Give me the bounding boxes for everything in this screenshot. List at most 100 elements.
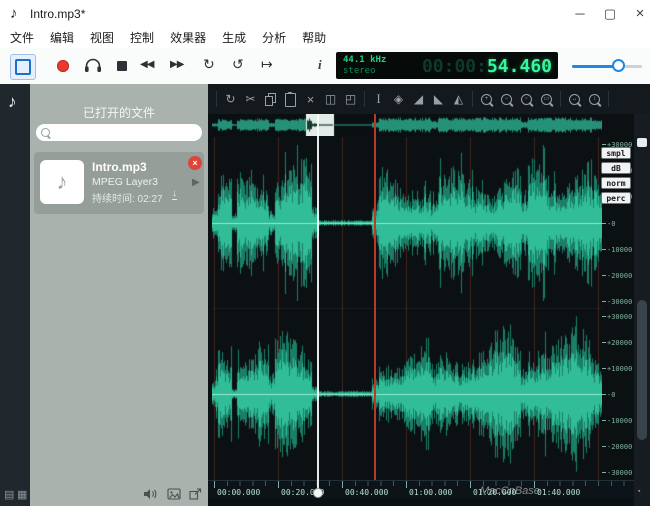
channel-mode-label: stereo <box>343 66 376 76</box>
fade-in-icon[interactable]: ◢ <box>412 91 425 107</box>
scale-button-perc[interactable]: perc <box>601 192 631 204</box>
scale-button-dB[interactable]: dB <box>601 162 631 174</box>
sample-rate-label: 44.1 kHz <box>343 55 386 65</box>
list-view-icon[interactable]: ▤ <box>4 488 14 501</box>
normalize-icon[interactable]: ◭ <box>452 91 465 107</box>
amp-label: -0 <box>602 391 615 399</box>
menu-item-7[interactable]: 帮助 <box>294 28 334 48</box>
playhead-handle[interactable] <box>313 488 323 498</box>
zoom-out-icon[interactable]: − <box>500 91 513 107</box>
scissors-icon[interactable]: ✂ <box>244 91 257 107</box>
file-duration: 持续时间: 02:27 <box>92 190 163 205</box>
trim-icon[interactable]: ◫ <box>324 91 337 107</box>
amp-label: -20000 <box>602 443 632 451</box>
vertical-scrollbar-thumb[interactable] <box>637 300 647 440</box>
toolbar-separator <box>364 91 365 107</box>
close-button[interactable]: × <box>626 0 650 28</box>
amp-label: +20000 <box>602 339 632 347</box>
minimize-button[interactable]: ─ <box>566 0 594 28</box>
stop-button[interactable] <box>117 61 127 71</box>
menu-item-6[interactable]: 分析 <box>254 28 294 48</box>
time-display: 00:00:54.460 <box>422 56 552 77</box>
vertical-scroll-column: ▪ <box>634 114 650 506</box>
ruler-label: 00:40.000 <box>342 481 402 498</box>
download-icon[interactable]: ↓ <box>172 188 177 200</box>
audio-file-tab-icon[interactable]: ♪ <box>8 92 17 112</box>
menu-item-2[interactable]: 视图 <box>82 28 122 48</box>
file-name: Intro.mp3 <box>92 160 147 174</box>
window-title: Intro.mp3* <box>30 7 85 21</box>
maximize-button[interactable]: ▢ <box>596 0 624 28</box>
zoom-vertical-icon[interactable]: ↕ <box>588 91 601 107</box>
vertical-zoom-knob[interactable] <box>637 138 647 147</box>
transport-toolbar: ◀◀ ▶▶ ↻ ↺ ↦ i 44.1 kHz stereo 00:00:54.4… <box>0 48 650 85</box>
zoom-horizontal-icon[interactable]: ↔ <box>568 91 581 107</box>
amp-label: +10000 <box>602 365 632 373</box>
title-bar: ♪ Intro.mp3* ─ ▢ × <box>0 0 650 29</box>
rewind-button[interactable]: ◀◀ <box>140 59 153 70</box>
menu-item-5[interactable]: 生成 <box>214 28 254 48</box>
delete-icon[interactable]: × <box>304 91 317 107</box>
crop-icon[interactable]: ◰ <box>344 91 357 107</box>
popout-icon[interactable] <box>189 488 202 500</box>
play-file-icon[interactable]: ▶ <box>192 177 200 188</box>
grid-view-icon[interactable]: ▦ <box>17 488 27 501</box>
zoom-selection-icon[interactable]: ▫ <box>520 91 533 107</box>
volume-slider-knob[interactable] <box>612 59 625 72</box>
left-rail: ♪ ▤ ▦ <box>0 84 30 506</box>
watermark: MacCnBase <box>480 485 540 497</box>
amp-label: +30000 <box>602 313 632 321</box>
loop-once-button[interactable]: ↺ <box>232 56 244 73</box>
close-file-button[interactable]: × <box>188 156 202 170</box>
search-input[interactable] <box>36 124 202 141</box>
zoom-all-icon[interactable]: ▭ <box>540 91 553 107</box>
amp-label: -10000 <box>602 246 632 254</box>
menu-bar: 文件编辑视图控制效果器生成分析帮助 <box>0 28 650 48</box>
sidebar-title: 已打开的文件 <box>30 104 208 121</box>
time-ruler[interactable]: 00:00.00000:20.00000:40.00001:00.00001:2… <box>208 480 634 498</box>
fast-forward-button[interactable]: ▶▶ <box>170 59 183 70</box>
amp-label: -20000 <box>602 272 632 280</box>
speaker-icon[interactable] <box>143 488 157 500</box>
selection-tool-button[interactable] <box>10 54 36 80</box>
record-button[interactable] <box>57 60 69 72</box>
sidebar: 已打开的文件 ♪ Intro.mp3 MPEG Layer3 持续时间: 02:… <box>30 84 208 506</box>
scale-button-norm[interactable]: norm <box>601 177 631 189</box>
ruler-label: 00:20.000 <box>278 481 338 498</box>
info-icon[interactable]: i <box>318 57 322 73</box>
time-display-main: 54.460 <box>487 56 552 77</box>
follow-playback-button[interactable]: ↦ <box>261 56 273 73</box>
copy-icon[interactable] <box>264 91 277 107</box>
selection-icon[interactable]: I <box>372 91 385 107</box>
menu-item-1[interactable]: 编辑 <box>42 28 82 48</box>
scale-button-smpl[interactable]: smpl <box>601 147 631 159</box>
marker-icon[interactable]: ◈ <box>392 91 405 107</box>
amp-label: -10000 <box>602 417 632 425</box>
fade-out-icon[interactable]: ◣ <box>432 91 445 107</box>
headphones-icon[interactable] <box>84 58 102 73</box>
waveform-canvas[interactable] <box>212 137 602 480</box>
zoom-in-icon[interactable]: + <box>480 91 493 107</box>
menu-item-0[interactable]: 文件 <box>2 28 42 48</box>
time-display-dim: 00:00: <box>422 56 487 77</box>
overview-canvas[interactable] <box>212 114 602 136</box>
lcd-display: 44.1 kHz stereo 00:00:54.460 <box>336 52 558 79</box>
selection-marker-line[interactable] <box>374 114 376 480</box>
file-list-item[interactable]: ♪ Intro.mp3 MPEG Layer3 持续时间: 02:27 ↓ ▶ … <box>34 152 204 214</box>
search-icon <box>41 128 50 137</box>
amp-label: -30000 <box>602 469 632 477</box>
amp-label: -30000 <box>602 298 632 306</box>
paste-icon[interactable] <box>284 91 297 107</box>
wave-edit-toolbar: ↻ ✂ × ◫ ◰ I ◈ ◢ ◣ ◭ +−▫ ▭ ↔ ↕ <box>208 84 650 114</box>
undo-icon[interactable]: ↻ <box>224 91 237 107</box>
toolbar-separator <box>608 91 609 107</box>
playhead-line[interactable] <box>317 114 319 494</box>
menu-item-3[interactable]: 控制 <box>122 28 162 48</box>
ruler-label: 01:00.000 <box>406 481 466 498</box>
file-format: MPEG Layer3 <box>92 176 158 188</box>
toolbar-separator <box>560 91 561 107</box>
menu-item-4[interactable]: 效果器 <box>162 28 214 48</box>
ruler-label: 01:40.000 <box>534 481 594 498</box>
loop-button[interactable]: ↻ <box>203 56 215 73</box>
image-icon[interactable] <box>167 488 181 500</box>
